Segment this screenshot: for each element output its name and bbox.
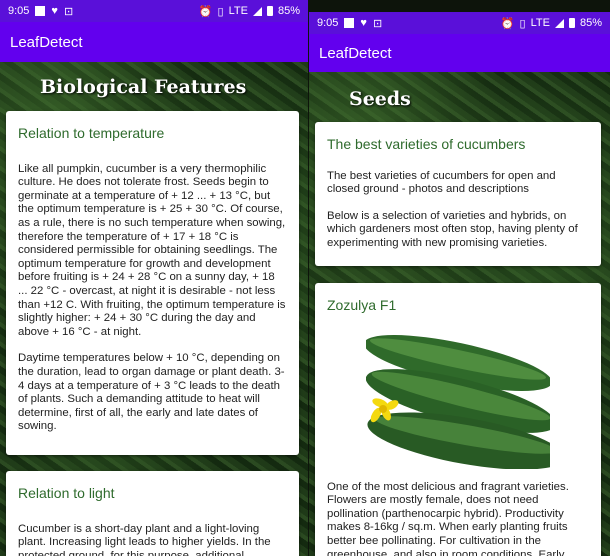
notification-icon xyxy=(344,18,355,28)
battery-icon xyxy=(568,18,575,28)
app-bar: LeafDetect xyxy=(0,22,308,62)
card-paragraph: Cucumber is a short-day plant and a ligh… xyxy=(18,522,271,556)
app-title: LeafDetect xyxy=(10,33,83,51)
battery-percent: 85% xyxy=(277,5,300,17)
right-phone-screen: 9:05 ♥ ⊡ ⏰ ▯ LTE 85% LeafDetect Seeds Th… xyxy=(309,0,610,556)
translate-icon: ⊡ xyxy=(372,17,383,30)
card-paragraph: Daytime temperatures below + 10 °C, depe… xyxy=(18,352,285,433)
info-card[interactable]: Zozulya F1 One of the most delicious and… xyxy=(315,283,601,556)
signal-icon xyxy=(252,6,262,16)
info-card[interactable]: Relation to light Cucumber is a short-da… xyxy=(6,471,299,556)
status-bar: 9:05 ♥ ⊡ ⏰ ▯ LTE 85% xyxy=(0,0,308,22)
heart-icon: ♥ xyxy=(51,5,58,17)
status-bar: 9:05 ♥ ⊡ ⏰ ▯ LTE 85% xyxy=(309,12,610,34)
card-paragraph: Below is a selection of varieties and hy… xyxy=(327,209,578,249)
heart-icon: ♥ xyxy=(360,17,367,29)
info-card[interactable]: The best varieties of cucumbers The best… xyxy=(315,122,601,266)
section-title: Biological Features xyxy=(40,76,247,98)
card-heading: Zozulya F1 xyxy=(327,297,397,313)
signal-icon xyxy=(554,18,564,28)
left-phone-screen: 9:05 ♥ ⊡ ⏰ ▯ LTE 85% LeafDetect Biologic… xyxy=(0,0,308,556)
network-label: LTE xyxy=(228,5,248,17)
cucumbers-photo xyxy=(366,322,550,469)
battery-percent: 85% xyxy=(579,17,602,29)
translate-icon: ⊡ xyxy=(63,5,74,18)
status-time: 9:05 xyxy=(317,17,339,29)
card-heading: The best varieties of cucumbers xyxy=(327,136,526,152)
battery-icon xyxy=(266,6,273,16)
network-label: LTE xyxy=(530,17,550,29)
status-time: 9:05 xyxy=(8,5,30,17)
card-heading: Relation to light xyxy=(18,485,115,501)
info-card[interactable]: Relation to temperature Like all pumpkin… xyxy=(6,111,299,455)
app-bar: LeafDetect xyxy=(309,34,610,72)
vibrate-icon: ▯ xyxy=(519,17,526,30)
app-title: LeafDetect xyxy=(319,44,392,62)
alarm-icon: ⏰ xyxy=(198,5,213,18)
card-paragraph: Like all pumpkin, cucumber is a very the… xyxy=(18,162,286,338)
card-heading: Relation to temperature xyxy=(18,125,165,141)
vibrate-icon: ▯ xyxy=(217,5,224,18)
card-paragraph: The best varieties of cucumbers for open… xyxy=(327,169,556,196)
alarm-icon: ⏰ xyxy=(500,17,515,30)
card-paragraph: One of the most delicious and fragrant v… xyxy=(327,480,569,556)
notification-icon xyxy=(35,6,46,16)
section-title: Seeds xyxy=(349,88,411,110)
